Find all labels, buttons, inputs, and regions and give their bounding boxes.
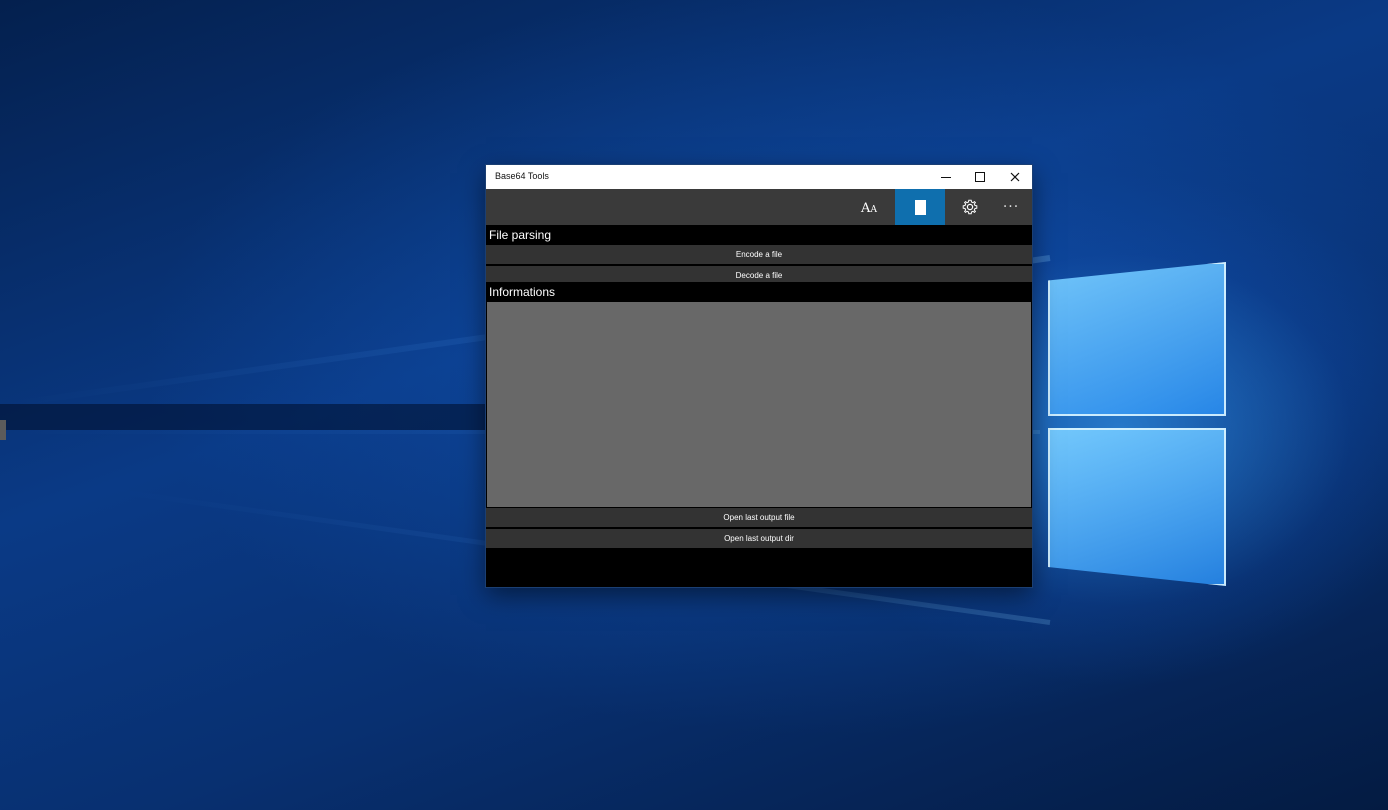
wallpaper-band [0, 404, 486, 430]
title-bar[interactable]: Base64 Tools [486, 165, 1032, 189]
gear-icon [962, 199, 978, 215]
settings-button[interactable] [945, 189, 995, 225]
encode-file-button[interactable]: Encode a file [486, 245, 1032, 264]
windows-logo-pane [1048, 428, 1226, 586]
maximize-button[interactable] [963, 165, 997, 189]
file-parsing-header: File parsing [486, 225, 1032, 245]
minimize-icon [941, 176, 951, 178]
close-button[interactable] [998, 165, 1032, 189]
page-button[interactable] [895, 189, 945, 225]
maximize-icon [975, 172, 985, 182]
more-button[interactable]: ··· [990, 189, 1032, 225]
desktop-background: Base64 Tools AA ··· File parsing Encode … [0, 0, 1388, 810]
toolbar: AA ··· [486, 189, 1032, 225]
close-icon [1010, 172, 1020, 182]
font-size-icon: AA [861, 201, 877, 216]
page-icon [914, 199, 926, 215]
font-size-button[interactable]: AA [844, 189, 894, 225]
app-window: Base64 Tools AA ··· File parsing Encode … [486, 165, 1032, 587]
window-title: Base64 Tools [495, 171, 549, 181]
minimize-button[interactable] [929, 165, 963, 189]
informations-text-area[interactable] [487, 302, 1031, 507]
open-last-output-dir-button[interactable]: Open last output dir [486, 529, 1032, 548]
windows-logo-pane [1048, 262, 1226, 416]
more-icon: ··· [1002, 199, 1020, 215]
open-last-output-file-button[interactable]: Open last output file [486, 508, 1032, 527]
informations-header: Informations [486, 282, 1032, 302]
